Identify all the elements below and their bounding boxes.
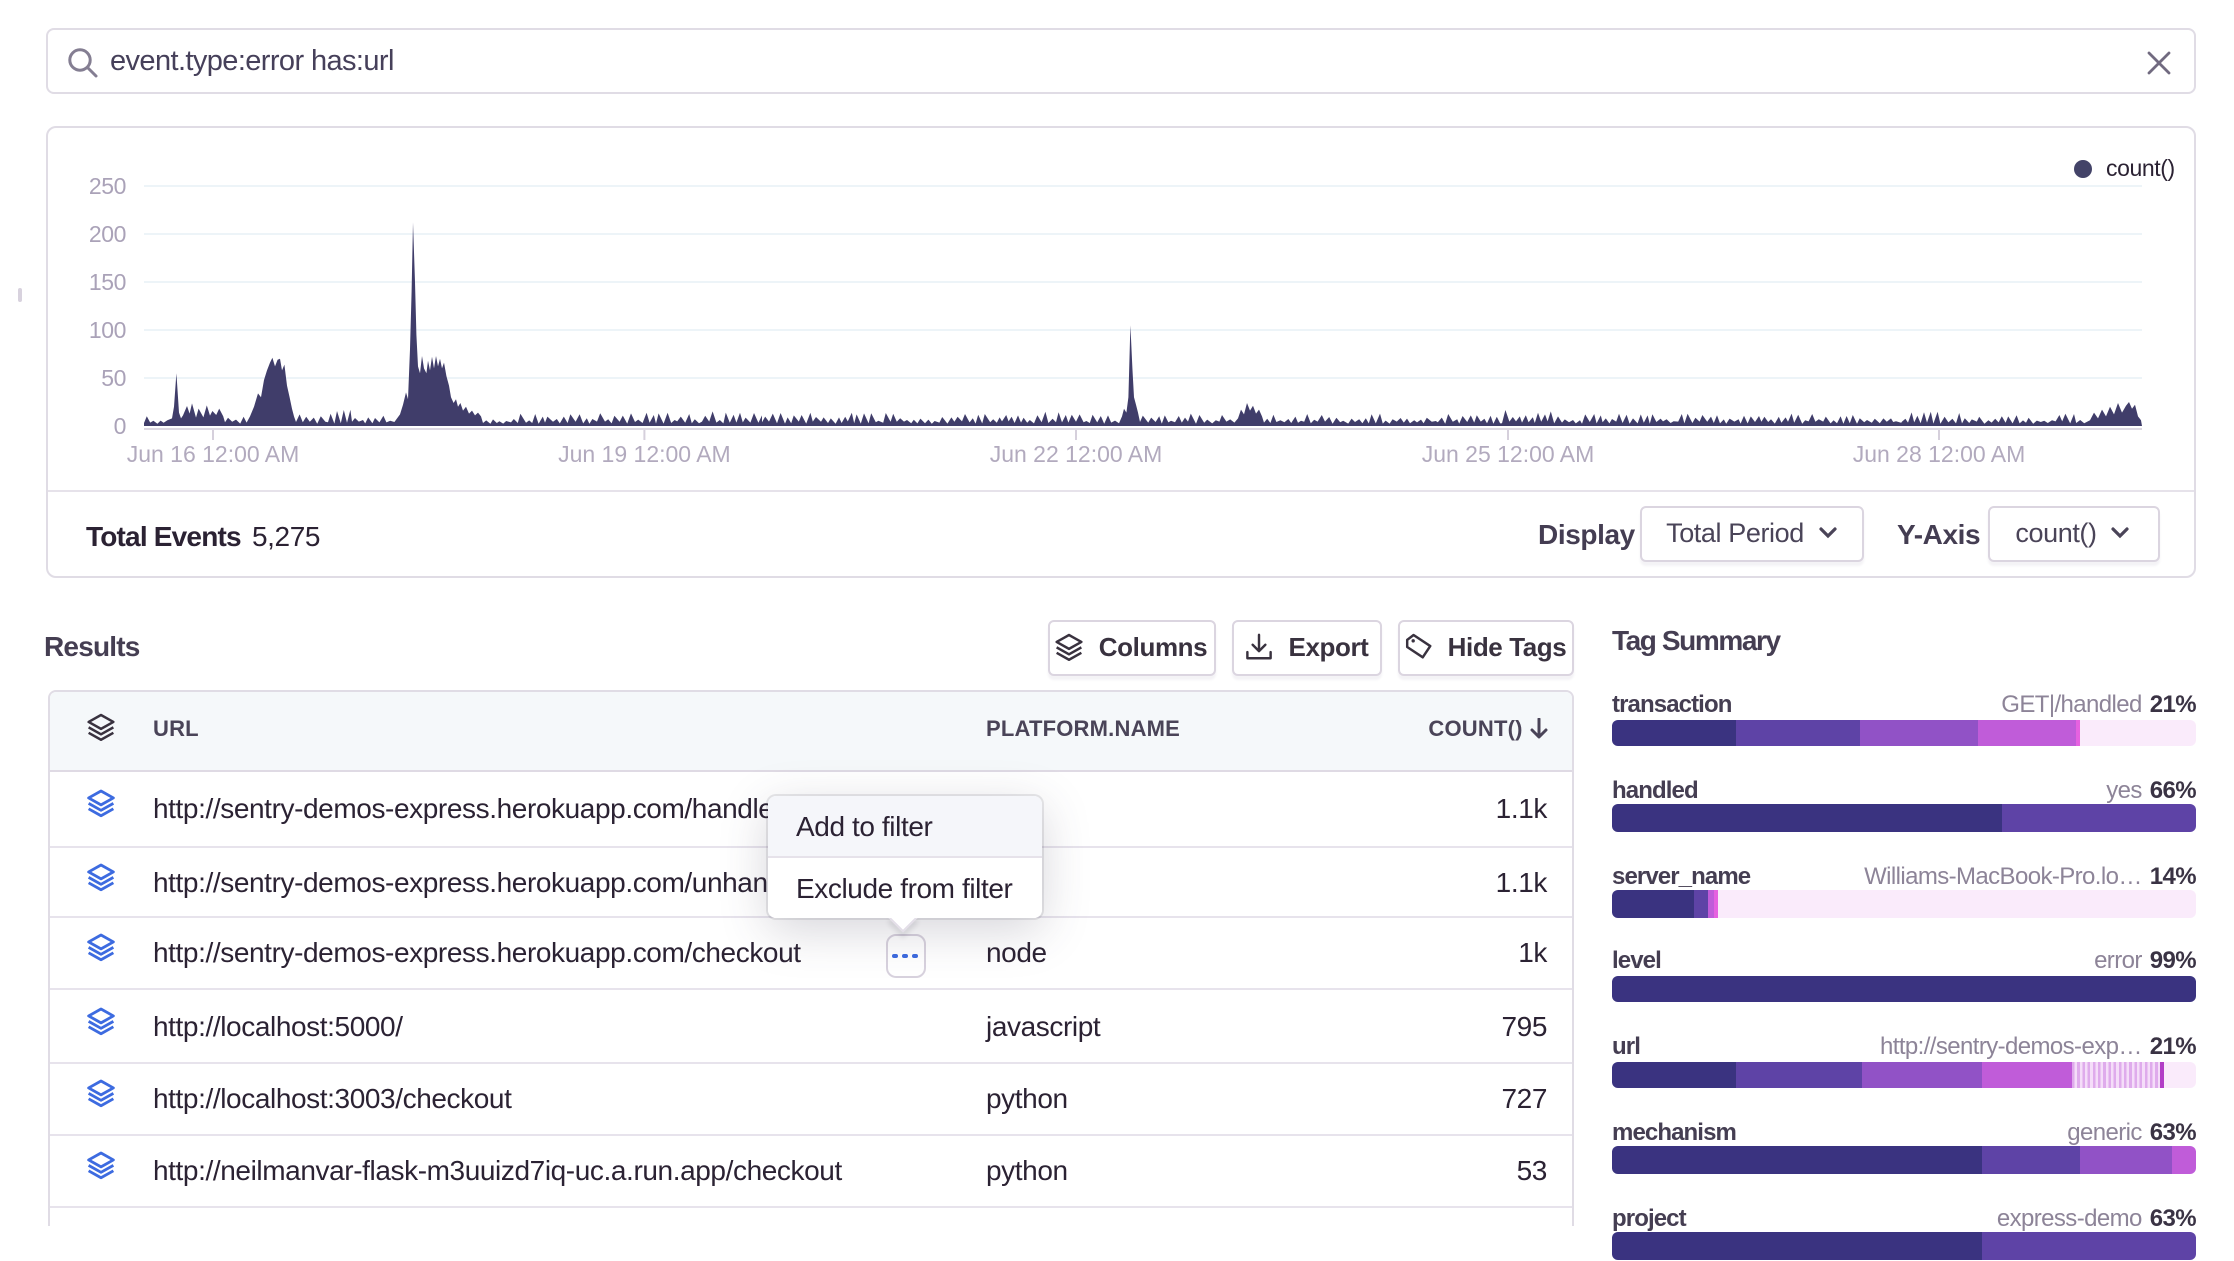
svg-text:Jun 25 12:00 AM: Jun 25 12:00 AM <box>1422 441 1595 467</box>
svg-text:150: 150 <box>89 269 126 295</box>
svg-text:0: 0 <box>114 413 126 439</box>
svg-text:Jun 28 12:00 AM: Jun 28 12:00 AM <box>1853 441 2026 467</box>
svg-text:Jun 19 12:00 AM: Jun 19 12:00 AM <box>558 441 731 467</box>
svg-text:Jun 16 12:00 AM: Jun 16 12:00 AM <box>127 441 300 467</box>
svg-text:200: 200 <box>89 221 126 247</box>
svg-text:100: 100 <box>89 317 126 343</box>
svg-text:250: 250 <box>89 173 126 199</box>
svg-text:50: 50 <box>101 365 126 391</box>
svg-text:Jun 22 12:00 AM: Jun 22 12:00 AM <box>990 441 1163 467</box>
